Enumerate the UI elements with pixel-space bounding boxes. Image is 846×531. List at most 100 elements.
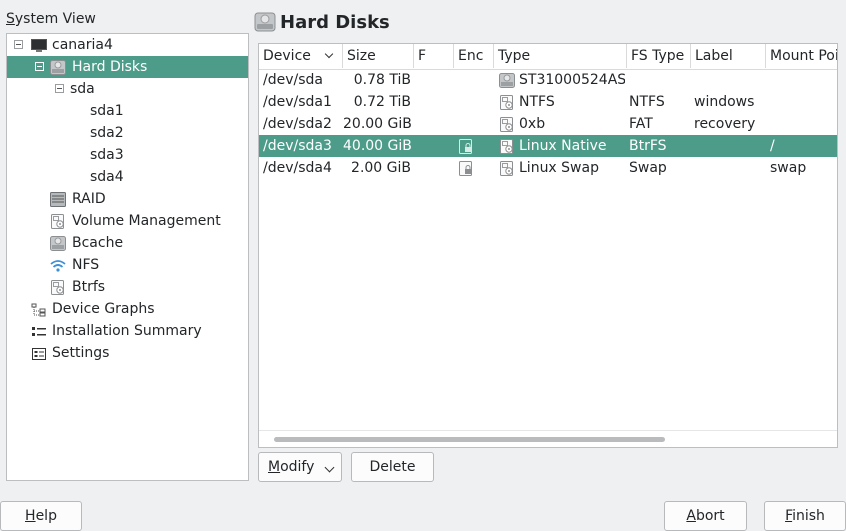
- collapse-toggle-icon[interactable]: [55, 84, 64, 93]
- cell-label: windows: [694, 94, 755, 110]
- cell-fs: FAT: [629, 116, 653, 132]
- help-label: elp: [35, 508, 57, 524]
- cell-mount: [770, 69, 837, 91]
- tree-item-device-graphs[interactable]: Device Graphs: [7, 298, 248, 320]
- devices-table[interactable]: Device Size F Enc Type FS Type Label Mount Poi …: [258, 43, 838, 448]
- column-header-label: FS Type: [631, 48, 685, 64]
- cell-size: 2.00 GiB: [351, 160, 411, 176]
- cell-size: 0.78 TiB: [353, 72, 411, 88]
- delete-label: Delete: [369, 459, 416, 475]
- tree-item-settings[interactable]: Settings: [7, 342, 248, 364]
- tree-item-label: sda1: [90, 103, 124, 119]
- table-row[interactable]: /dev/sda4 2.00 GiB Linux Swap Swap swap: [259, 157, 837, 179]
- tree-item-sda2[interactable]: sda2: [7, 122, 248, 144]
- cell-device: /dev/sda1: [263, 94, 332, 110]
- tree-item-canaria4[interactable]: canaria4: [7, 34, 248, 56]
- nfs-wifi-icon: [50, 258, 66, 272]
- table-row[interactable]: /dev/sda1 0.72 TiB NTFS NTFS windows: [259, 91, 837, 113]
- system-view-label: System View: [6, 11, 96, 27]
- abort-button[interactable]: Abort: [664, 501, 747, 531]
- hard-disk-icon: [50, 60, 66, 75]
- column-header-label: Size: [347, 48, 376, 64]
- column-header-enc[interactable]: Enc: [454, 44, 494, 68]
- cell-size: 40.00 GiB: [343, 138, 411, 154]
- cell-label: [694, 157, 764, 179]
- volume-icon: [50, 214, 66, 229]
- cell-type: 0xb: [519, 116, 546, 132]
- column-header-size[interactable]: Size: [343, 44, 414, 68]
- table-row[interactable]: /dev/sda 0.78 TiB ST31000524AS: [259, 69, 837, 91]
- column-header-label: Label: [695, 48, 733, 64]
- tree-item-label: sda2: [90, 125, 124, 141]
- tree-item-bcache[interactable]: Bcache: [7, 232, 248, 254]
- tree-item-sda[interactable]: sda: [7, 78, 248, 100]
- column-header-label: Device: [263, 48, 311, 64]
- cell-fs: NTFS: [629, 94, 665, 110]
- tree-item-sda4[interactable]: sda4: [7, 166, 248, 188]
- cell-size: 20.00 GiB: [343, 116, 411, 132]
- column-header-label: F: [418, 48, 427, 64]
- cell-device: /dev/sda: [263, 72, 323, 88]
- table-row[interactable]: /dev/sda3 40.00 GiB Linux Native BtrFS /: [259, 135, 837, 157]
- partition-icon: [499, 139, 515, 154]
- computer-icon: [31, 38, 47, 52]
- tree-item-btrfs[interactable]: Btrfs: [7, 276, 248, 298]
- page-title: Hard Disks: [280, 12, 390, 33]
- tree-item-label: Bcache: [72, 235, 124, 251]
- column-header-mount-poi[interactable]: Mount Poi: [766, 44, 837, 68]
- finish-button[interactable]: Finish: [764, 501, 846, 531]
- delete-button[interactable]: Delete: [351, 452, 434, 482]
- column-header-type[interactable]: Type: [494, 44, 627, 68]
- column-header-label[interactable]: Label: [691, 44, 766, 68]
- abort-label: bort: [695, 508, 725, 524]
- cell-size: 0.72 TiB: [353, 94, 411, 110]
- tree-item-sda1[interactable]: sda1: [7, 100, 248, 122]
- encrypted-lock-icon: [458, 161, 474, 176]
- tree-item-label: Installation Summary: [52, 323, 202, 339]
- table-header: Device Size F Enc Type FS Type Label Mount Poi: [259, 44, 837, 70]
- modify-button[interactable]: Modify: [258, 452, 342, 482]
- tree-item-label: Btrfs: [72, 279, 106, 295]
- tree-item-label: Settings: [52, 345, 110, 361]
- device-graphs-icon: [31, 302, 47, 317]
- tree-item-label: sda4: [90, 169, 124, 185]
- sort-chevron-icon: [324, 49, 334, 59]
- system-view-tree[interactable]: canaria4 Hard Disks sda sda1 sda2 sda3 sda4 RAI…: [6, 33, 249, 481]
- column-header-label: Type: [498, 48, 531, 64]
- cell-fs: Swap: [629, 160, 667, 176]
- disk-icon: [499, 73, 515, 88]
- help-mnemonic: H: [25, 508, 36, 524]
- tree-item-label: sda: [70, 81, 95, 97]
- cell-fs: [629, 69, 689, 91]
- column-header-f[interactable]: F: [414, 44, 454, 68]
- cell-type: Linux Swap: [519, 160, 599, 176]
- collapse-toggle-icon[interactable]: [35, 62, 44, 71]
- help-button[interactable]: Help: [0, 501, 82, 531]
- tree-item-label: Hard Disks: [72, 59, 148, 75]
- tree-item-label: canaria4: [52, 37, 113, 53]
- cell-device: /dev/sda2: [263, 116, 332, 132]
- partition-icon: [499, 161, 515, 176]
- modify-label: odify: [280, 459, 315, 475]
- abort-mnemonic: A: [686, 508, 696, 524]
- tree-item-label: sda3: [90, 147, 124, 163]
- tree-item-hard-disks[interactable]: Hard Disks: [7, 56, 248, 78]
- tree-item-raid[interactable]: RAID: [7, 188, 248, 210]
- table-row[interactable]: /dev/sda2 20.00 GiB 0xb FAT recovery: [259, 113, 837, 135]
- horizontal-scrollbar[interactable]: [259, 430, 837, 447]
- cell-mount: [770, 113, 837, 135]
- cell-device: /dev/sda3: [263, 138, 332, 154]
- tree-item-label: NFS: [72, 257, 100, 273]
- column-header-device[interactable]: Device: [259, 44, 343, 68]
- tree-item-nfs[interactable]: NFS: [7, 254, 248, 276]
- scrollbar-thumb[interactable]: [274, 437, 665, 442]
- tree-item-sda3[interactable]: sda3: [7, 144, 248, 166]
- tree-item-label: Volume Management: [72, 213, 221, 229]
- cell-type: Linux Native: [519, 138, 607, 154]
- modify-mnemonic: M: [268, 459, 281, 475]
- cell-label: recovery: [694, 116, 756, 132]
- column-header-fs-type[interactable]: FS Type: [627, 44, 691, 68]
- tree-item-volume-management[interactable]: Volume Management: [7, 210, 248, 232]
- collapse-toggle-icon[interactable]: [14, 40, 23, 49]
- tree-item-installation-summary[interactable]: Installation Summary: [7, 320, 248, 342]
